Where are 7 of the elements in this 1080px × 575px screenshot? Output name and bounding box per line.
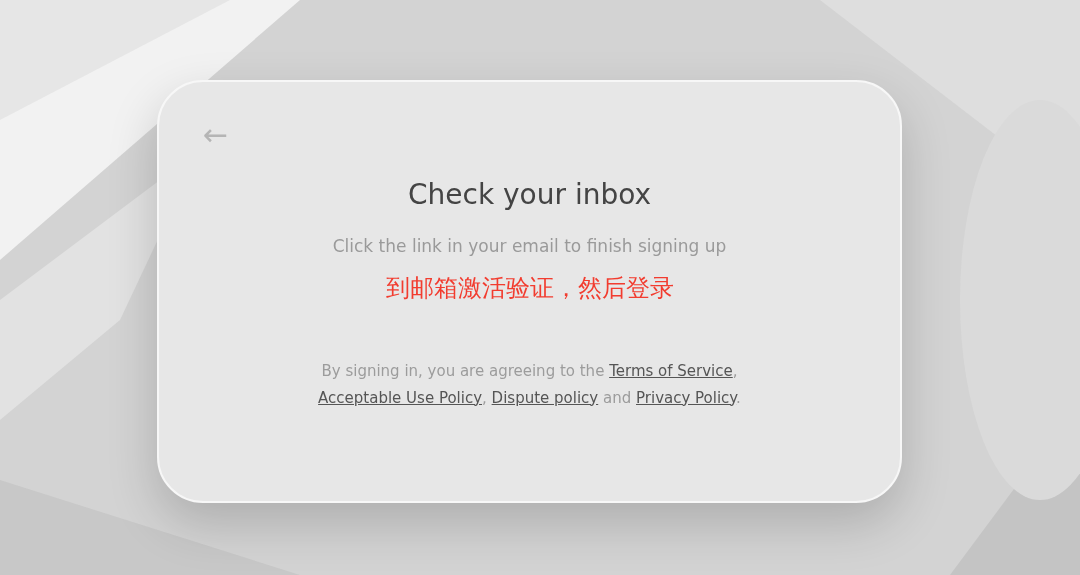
dialog-title: Check your inbox	[407, 177, 652, 213]
policy-link[interactable]: Acceptable Use Policy	[318, 388, 483, 407]
policy-link[interactable]: Terms of Service	[609, 361, 733, 380]
subtitle: Click the link in your email to finish signing up	[331, 235, 728, 258]
policy-link[interactable]: Dispute policy	[491, 388, 599, 407]
terms-text: By signing in, you are agreeing to the Terms of Service, Acceptable Use Policy, Dispute policy and Privacy Policy.	[317, 360, 742, 409]
notice-text: 到邮箱激活验证，然后登录	[384, 272, 675, 304]
